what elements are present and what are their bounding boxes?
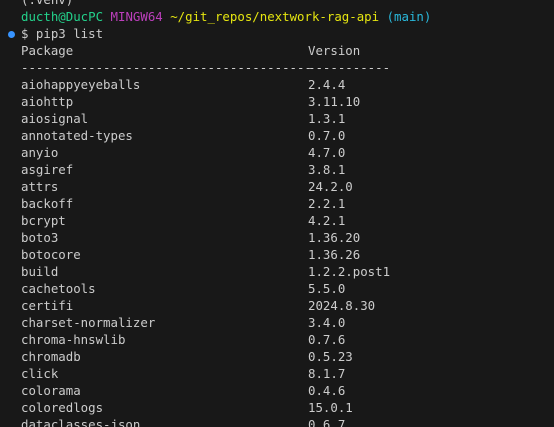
table-row: annotated-types 0.7.0	[0, 127, 554, 144]
header-version: Version	[308, 43, 361, 58]
table-row: backoff 2.2.1	[0, 195, 554, 212]
table-row: anyio 4.7.0	[0, 144, 554, 161]
command-line: $ pip3 list	[0, 25, 554, 42]
package-name: build	[21, 264, 59, 279]
package-version: 4.7.0	[308, 145, 346, 160]
table-row: chroma-hnswlib 0.7.6	[0, 331, 554, 348]
venv-indicator: (.venv)	[21, 0, 73, 8]
package-version: 2024.8.30	[308, 298, 376, 313]
package-name: chroma-hnswlib	[21, 332, 126, 347]
package-version: 15.0.1	[308, 400, 353, 415]
package-version: 0.4.6	[308, 383, 346, 398]
table-row: charset-normalizer 3.4.0	[0, 314, 554, 331]
table-row: coloredlogs 15.0.1	[0, 399, 554, 416]
table-row: botocore 1.36.26	[0, 246, 554, 263]
package-name: aiohappyeyeballs	[21, 77, 141, 92]
package-name: boto3	[21, 230, 59, 245]
package-version: 3.11.10	[308, 94, 361, 109]
package-name: backoff	[21, 196, 74, 211]
prompt-user-host: ducth@DucPC	[21, 9, 104, 24]
table-row: aiohttp 3.11.10	[0, 93, 554, 110]
table-row: bcrypt 4.2.1	[0, 212, 554, 229]
prompt-system: MINGW64	[110, 9, 163, 24]
package-version: 2.4.4	[308, 77, 346, 92]
table-header-row: Package Version	[0, 42, 554, 59]
command-text: $ pip3 list	[21, 26, 104, 41]
package-version: 4.2.1	[308, 213, 346, 228]
package-name: annotated-types	[21, 128, 133, 143]
package-name: certifi	[21, 298, 74, 313]
package-version: 1.36.26	[308, 247, 361, 262]
table-row: chromadb 0.5.23	[0, 348, 554, 365]
package-version: 0.7.6	[308, 332, 346, 347]
table-row: aiosignal 1.3.1	[0, 110, 554, 127]
package-name: asgiref	[21, 162, 74, 177]
prompt-path: ~/git_repos/nextwork-rag-api	[170, 9, 380, 24]
prompt-line: ducth@DucPC MINGW64 ~/git_repos/nextwork…	[0, 8, 554, 25]
command-decoration-dot-icon[interactable]	[8, 31, 15, 38]
package-version: 0.6.7	[308, 417, 346, 427]
package-name: charset-normalizer	[21, 315, 156, 330]
table-row: certifi 2024.8.30	[0, 297, 554, 314]
table-row: colorama 0.4.6	[0, 382, 554, 399]
table-row: aiohappyeyeballs 2.4.4	[0, 76, 554, 93]
package-version: 0.5.23	[308, 349, 353, 364]
package-name: chromadb	[21, 349, 81, 364]
table-row: attrs 24.2.0	[0, 178, 554, 195]
separator-package: ---------------------------------------	[21, 60, 312, 75]
package-version: 2.2.1	[308, 196, 346, 211]
package-version: 5.5.0	[308, 281, 346, 296]
package-name: cachetools	[21, 281, 96, 296]
package-name: anyio	[21, 145, 59, 160]
package-version: 3.8.1	[308, 162, 346, 177]
prev-prompt-line: (.venv)	[0, 0, 554, 8]
separator-version: -----------	[308, 60, 391, 75]
table-row: boto3 1.36.20	[0, 229, 554, 246]
terminal-output: (.venv) ducth@DucPC MINGW64 ~/git_repos/…	[0, 0, 554, 427]
header-package: Package	[21, 43, 74, 58]
table-row: dataclasses-json 0.6.7	[0, 416, 554, 427]
package-version: 3.4.0	[308, 315, 346, 330]
package-version: 1.2.2.post1	[308, 264, 391, 279]
table-separator-row: --------------------------------------- …	[0, 59, 554, 76]
package-name: colorama	[21, 383, 81, 398]
prompt-branch: (main)	[386, 9, 432, 24]
package-name: aiosignal	[21, 111, 89, 126]
package-name: bcrypt	[21, 213, 66, 228]
table-row: click 8.1.7	[0, 365, 554, 382]
package-version: 1.36.20	[308, 230, 361, 245]
package-version: 0.7.0	[308, 128, 346, 143]
package-name: botocore	[21, 247, 81, 262]
prompt-info: ducth@DucPC MINGW64 ~/git_repos/nextwork…	[21, 8, 431, 25]
package-version: 1.3.1	[308, 111, 346, 126]
package-name: attrs	[21, 179, 59, 194]
package-name: coloredlogs	[21, 400, 104, 415]
package-name: click	[21, 366, 59, 381]
package-name: aiohttp	[21, 94, 74, 109]
package-name: dataclasses-json	[21, 417, 141, 427]
table-row: build 1.2.2.post1	[0, 263, 554, 280]
table-row: cachetools 5.5.0	[0, 280, 554, 297]
terminal-window[interactable]: (.venv) ducth@DucPC MINGW64 ~/git_repos/…	[0, 0, 554, 427]
package-version: 8.1.7	[308, 366, 346, 381]
table-row: asgiref 3.8.1	[0, 161, 554, 178]
package-version: 24.2.0	[308, 179, 353, 194]
